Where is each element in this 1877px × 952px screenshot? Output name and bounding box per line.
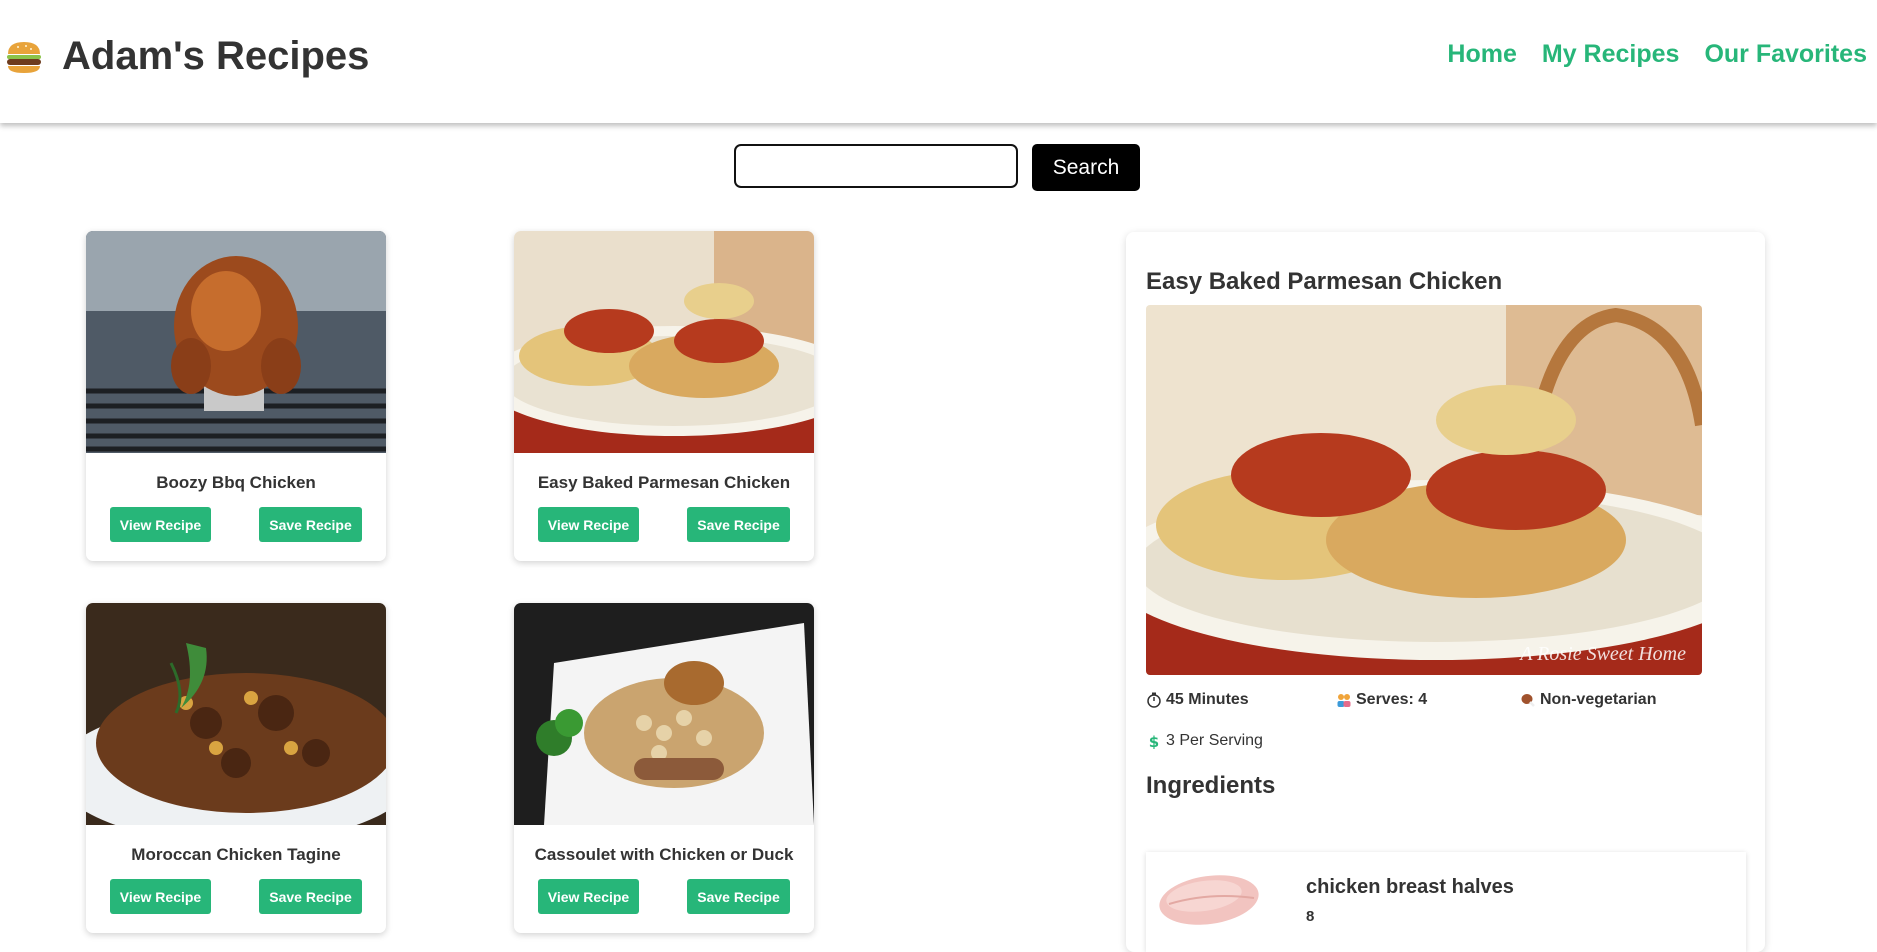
search-button[interactable]: Search	[1032, 144, 1140, 191]
chicken-breast-photo	[1159, 875, 1259, 925]
recipe-title: Easy Baked Parmesan Chicken	[537, 473, 791, 492]
nav-my-recipes-link[interactable]: My Recipes	[1542, 40, 1680, 69]
save-recipe-button[interactable]: Save Recipe	[259, 507, 362, 542]
ingredient-item: chicken breast halves 8	[1146, 852, 1746, 952]
view-recipe-button[interactable]: View Recipe	[538, 879, 639, 914]
ingredient-name: chicken breast halves	[1306, 876, 1514, 898]
cook-time-value: 45 Minutes	[1166, 691, 1249, 708]
site-title: Adam's Recipes	[62, 34, 370, 78]
parmesan-chicken-photo[interactable]	[514, 231, 814, 453]
cassoulet-photo[interactable]	[514, 603, 814, 825]
ingredient-amount: 8	[1306, 908, 1315, 925]
detail-title: Easy Baked Parmesan Chicken	[1146, 268, 1503, 295]
brand[interactable]: Adam's Recipes	[4, 34, 369, 79]
recipe-card: Easy Baked Parmesan Chicken View Recipe …	[514, 231, 814, 561]
detail-recipe-photo: A Rosie Sweet Home	[1146, 305, 1702, 675]
view-recipe-button[interactable]: View Recipe	[110, 879, 211, 914]
main-nav: Home My Recipes Our Favorites	[1447, 40, 1867, 69]
recipe-title: Moroccan Chicken Tagine	[131, 845, 341, 864]
chicken-tagine-photo[interactable]	[86, 603, 386, 825]
recipe-card: Moroccan Chicken Tagine View Recipe Save…	[86, 603, 386, 933]
dollar-icon: $	[1149, 733, 1159, 749]
price: $ 3 Per Serving	[1146, 732, 1263, 750]
nav-home-link[interactable]: Home	[1447, 40, 1516, 69]
drumstick-icon	[1521, 694, 1535, 707]
view-recipe-button[interactable]: View Recipe	[110, 507, 211, 542]
servings: Serves: 4	[1336, 691, 1427, 709]
save-recipe-button[interactable]: Save Recipe	[687, 879, 790, 914]
nav-our-favorites-link[interactable]: Our Favorites	[1704, 40, 1867, 69]
servings-value: Serves: 4	[1356, 691, 1428, 708]
price-value: 3 Per Serving	[1166, 732, 1263, 749]
search-input[interactable]	[734, 144, 1018, 188]
cook-time: 45 Minutes	[1146, 691, 1249, 709]
burger-icon	[7, 41, 41, 73]
save-recipe-button[interactable]: Save Recipe	[687, 507, 790, 542]
recipe-title: Boozy Bbq Chicken	[156, 473, 316, 492]
top-navbar: Adam's Recipes Home My Recipes Our Favor…	[0, 0, 1877, 123]
recipe-card: Cassoulet with Chicken or Duck View Reci…	[514, 603, 814, 933]
recipe-detail-panel: Easy Baked Parmesan Chicken A Rosie Swee…	[1126, 232, 1765, 952]
stopwatch-icon	[1147, 692, 1161, 708]
view-recipe-button[interactable]: View Recipe	[538, 507, 639, 542]
recipe-title: Cassoulet with Chicken or Duck	[534, 845, 794, 864]
recipe-card: Boozy Bbq Chicken View Recipe Save Recip…	[86, 231, 386, 561]
diet-type: Non-vegetarian	[1520, 691, 1656, 709]
diet-value: Non-vegetarian	[1540, 691, 1657, 708]
roast-chicken-photo[interactable]	[86, 231, 386, 453]
people-icon	[1337, 694, 1351, 707]
svg-text:$: $	[1149, 733, 1159, 749]
ingredients-heading: Ingredients	[1146, 772, 1276, 799]
save-recipe-button[interactable]: Save Recipe	[259, 879, 362, 914]
photo-watermark: A Rosie Sweet Home	[1518, 643, 1686, 665]
